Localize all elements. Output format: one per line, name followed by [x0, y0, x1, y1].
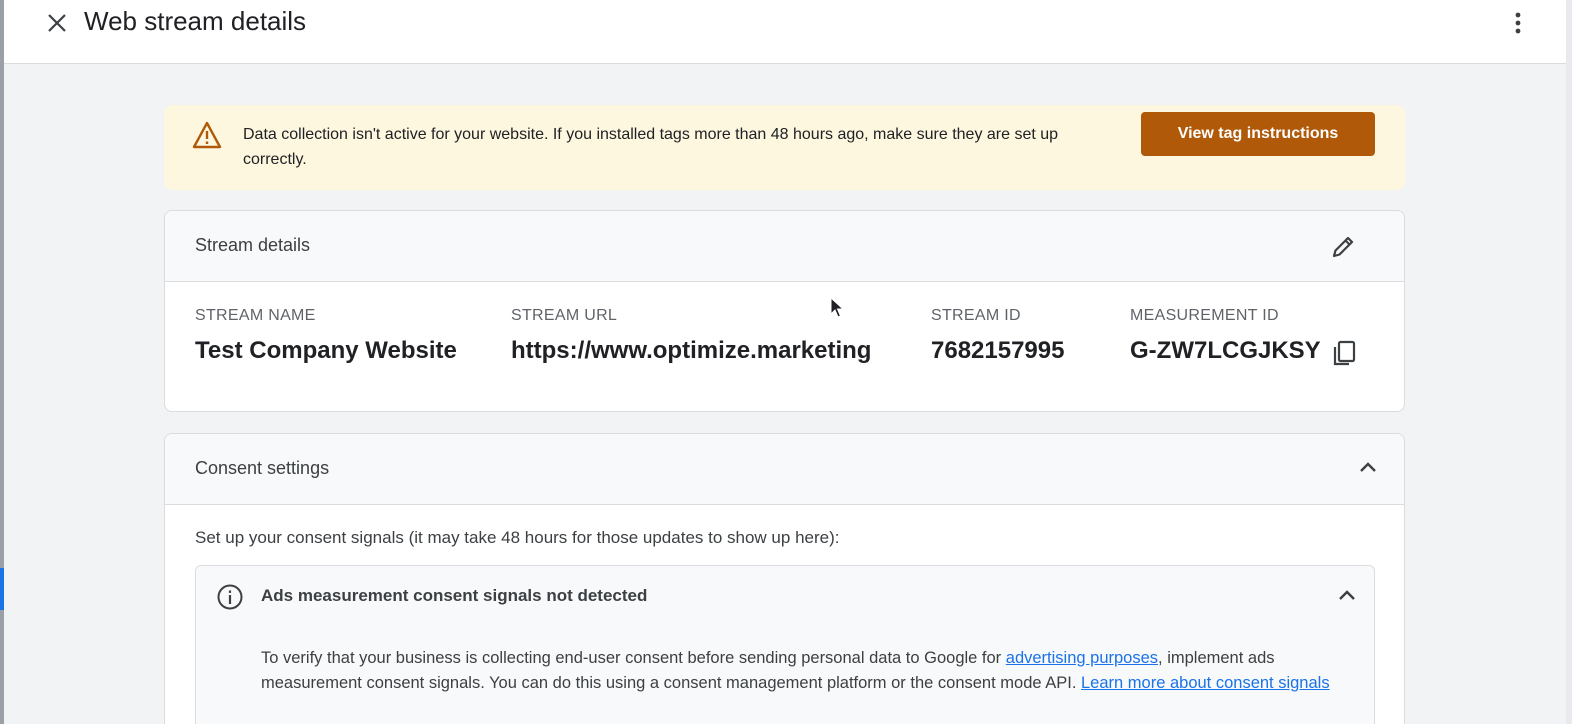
- data-collection-alert: Data collection isn't active for your we…: [164, 105, 1405, 190]
- stream-id-field: STREAM ID 7682157995: [931, 307, 1064, 365]
- page-header: Web stream details: [4, 0, 1566, 64]
- chevron-up-icon[interactable]: [1357, 458, 1379, 476]
- mouse-cursor: [830, 297, 844, 318]
- measurement-id-field: MEASUREMENT ID G-ZW7LCGJKSY: [1130, 307, 1321, 365]
- right-scroll-edge: [1566, 0, 1572, 724]
- copy-icon[interactable]: [1330, 339, 1358, 367]
- edit-icon[interactable]: [1329, 233, 1357, 261]
- consent-settings-card: Consent settings Set up your consent sig…: [164, 433, 1405, 724]
- ads-consent-body: To verify that your business is collecti…: [261, 646, 1351, 696]
- view-tag-instructions-button[interactable]: View tag instructions: [1141, 112, 1375, 156]
- consent-settings-title: Consent settings: [195, 458, 330, 478]
- consent-settings-header[interactable]: Consent settings: [165, 434, 1404, 505]
- stream-url-field: STREAM URL https://www.optimize.marketin…: [511, 307, 871, 365]
- measurement-id-label: MEASUREMENT ID: [1130, 307, 1279, 324]
- stream-name-field: STREAM NAME Test Company Website: [195, 307, 457, 365]
- learn-more-consent-link[interactable]: Learn more about consent signals: [1081, 674, 1330, 692]
- stream-details-header: Stream details: [165, 211, 1404, 282]
- more-vert-icon: [1515, 12, 1521, 34]
- stream-name-value: Test Company Website: [195, 337, 457, 364]
- consent-intro-text: Set up your consent signals (it may take…: [195, 528, 840, 547]
- advertising-purposes-link[interactable]: advertising purposes: [1006, 649, 1158, 667]
- page-title: Web stream details: [84, 6, 307, 36]
- stream-name-label: STREAM NAME: [195, 307, 316, 324]
- close-button[interactable]: [42, 11, 72, 35]
- stream-id-label: STREAM ID: [931, 307, 1021, 324]
- stream-details-card: Stream details STREAM NAME Test Company …: [164, 210, 1405, 412]
- stream-url-value: https://www.optimize.marketing: [511, 337, 872, 364]
- chevron-up-icon[interactable]: [1336, 586, 1358, 604]
- ads-consent-title: Ads measurement consent signals not dete…: [261, 586, 648, 605]
- measurement-id-value: G-ZW7LCGJKSY: [1130, 337, 1321, 364]
- left-edge: [0, 0, 4, 724]
- alert-message: Data collection isn't active for your we…: [243, 126, 1059, 168]
- stream-details-title: Stream details: [195, 235, 311, 255]
- info-icon: [217, 584, 243, 610]
- warning-icon: [192, 121, 222, 149]
- ads-consent-panel: Ads measurement consent signals not dete…: [195, 565, 1375, 724]
- ads-consent-body-part1: To verify that your business is collecti…: [261, 649, 1006, 667]
- more-options-button[interactable]: [1506, 10, 1530, 36]
- stream-id-value: 7682157995: [931, 337, 1065, 364]
- left-edge-indicator: [0, 568, 4, 610]
- close-icon: [48, 14, 66, 32]
- stream-url-label: STREAM URL: [511, 307, 618, 324]
